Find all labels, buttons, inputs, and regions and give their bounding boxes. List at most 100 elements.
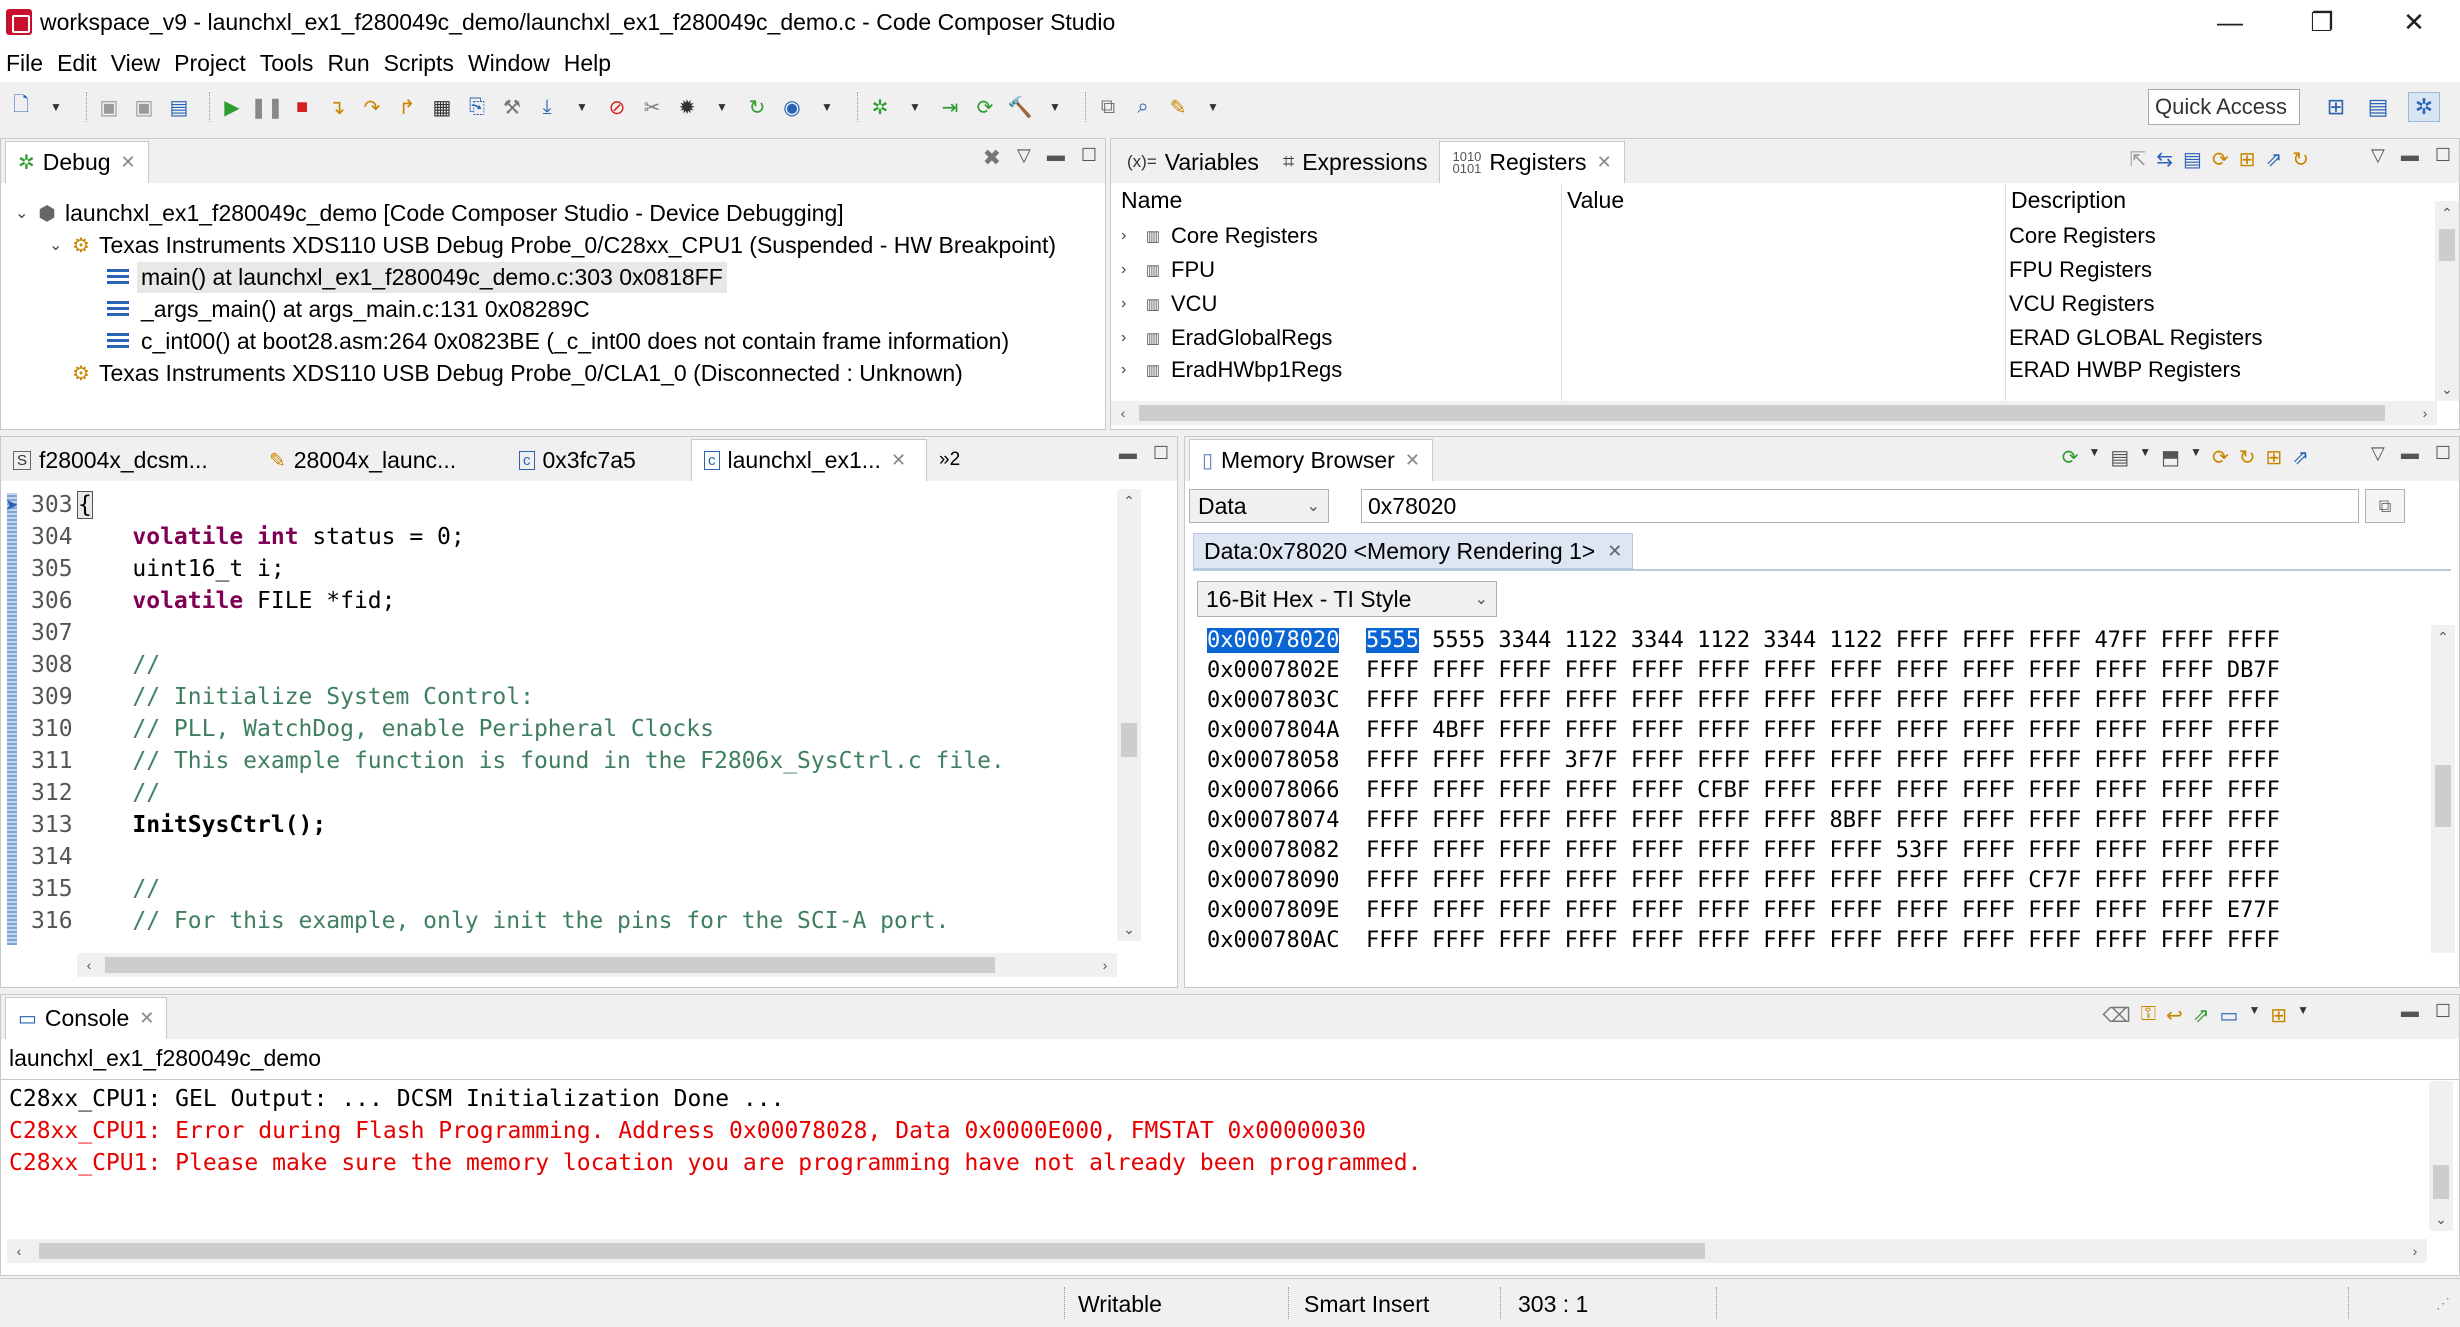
scroll-up-icon[interactable]: ⌃ (2435, 201, 2459, 225)
sync-icon[interactable]: ⟳ (2212, 445, 2229, 470)
column-header-name[interactable]: Name (1121, 187, 1182, 217)
continuous-refresh-icon[interactable]: ↻ (2292, 147, 2309, 172)
maximize-view-icon[interactable]: ☐ (2435, 1001, 2451, 1022)
editor-vertical-scrollbar[interactable]: ⌃ ⌄ (1117, 489, 1141, 941)
chevron-down-icon[interactable]: ⌄ (49, 235, 69, 255)
menu-run[interactable]: Run (327, 50, 369, 77)
pin-view-icon[interactable]: ⇗ (2292, 445, 2309, 470)
connect-target-icon[interactable]: ⎘ (464, 94, 490, 120)
tree-item-cpu1[interactable]: ⌄ ⚙ Texas Instruments XDS110 USB Debug P… (49, 229, 1056, 261)
dropdown-arrow-icon[interactable]: ▼ (814, 94, 840, 120)
tab-variables[interactable]: (x)= Variables (1115, 141, 1271, 183)
collapse-all-icon[interactable]: ⇱ (2130, 147, 2147, 172)
go-address-icon[interactable]: ⧉ (2365, 489, 2405, 523)
minimize-view-icon[interactable]: ▬ (1047, 145, 1065, 171)
scrollbar-thumb[interactable] (1139, 405, 2385, 421)
registers-grid-icon[interactable]: ▦ (429, 94, 455, 120)
close-icon[interactable]: ✕ (891, 450, 906, 471)
scroll-up-icon[interactable]: ⌃ (1117, 489, 1141, 513)
scrollbar-thumb[interactable] (39, 1243, 1705, 1259)
chevron-right-icon[interactable]: › (1121, 261, 1141, 279)
menu-help[interactable]: Help (564, 50, 611, 77)
register-row[interactable]: › ▥ VCU (1121, 287, 1217, 321)
scroll-left-icon[interactable]: ‹ (1111, 401, 1135, 425)
open-console-icon[interactable]: ⊞ (2270, 1003, 2287, 1028)
status-insert-mode[interactable]: Smart Insert (1304, 1291, 1429, 1318)
scroll-up-icon[interactable]: ⌃ (2431, 625, 2455, 649)
minimize-view-icon[interactable]: ▬ (2401, 443, 2419, 464)
scroll-right-icon[interactable]: › (2413, 401, 2437, 425)
minimize-view-icon[interactable]: ▬ (2401, 145, 2419, 166)
tab-expressions[interactable]: ⌗ Expressions (1271, 141, 1440, 183)
layout-icon[interactable]: ▤ (2183, 147, 2202, 172)
suspend-icon[interactable]: ❚❚ (250, 94, 284, 120)
close-icon[interactable]: ✕ (1405, 450, 1420, 471)
console-vertical-scrollbar[interactable]: ⌄ (2429, 1081, 2453, 1231)
chevron-right-icon[interactable]: › (1121, 329, 1141, 347)
menu-project[interactable]: Project (174, 50, 246, 77)
menu-tools[interactable]: Tools (260, 50, 314, 77)
step-into-icon[interactable]: ↴ (324, 94, 350, 120)
chevron-right-icon[interactable]: › (1121, 227, 1141, 245)
column-header-description[interactable]: Description (2011, 187, 2126, 217)
dropdown-arrow-icon[interactable]: ▼ (2139, 445, 2151, 470)
register-row[interactable]: › ▥ EradGlobalRegs (1121, 321, 1332, 355)
continuous-refresh-icon[interactable]: ↻ (2239, 445, 2256, 470)
close-icon[interactable]: ✕ (121, 152, 136, 173)
resize-grip-icon[interactable]: ⋰ (2436, 1295, 2450, 1312)
dropdown-arrow-icon[interactable]: ▼ (569, 94, 595, 120)
build-hammer-icon[interactable]: 🔨 (1007, 94, 1033, 120)
refresh-icon[interactable]: ⟳ (2212, 147, 2229, 172)
maximize-view-icon[interactable]: ☐ (2435, 443, 2451, 464)
maximize-view-icon[interactable]: ☐ (2435, 145, 2451, 166)
dropdown-arrow-icon[interactable]: ▼ (43, 94, 69, 120)
more-tabs-button[interactable]: »2 (927, 439, 972, 481)
view-menu-icon[interactable]: ▽ (2371, 145, 2385, 166)
rendering-tab[interactable]: Data:0x78020 <Memory Rendering 1> ✕ (1193, 533, 1634, 569)
refresh-memory-icon[interactable]: ⟳ (2062, 445, 2079, 470)
close-icon[interactable]: ✕ (139, 1008, 154, 1029)
tab-disassembly-0x3fc7a5[interactable]: c 0x3fc7a5 (507, 439, 691, 481)
tab-f28004x-dcsm[interactable]: S f28004x_dcsm... (1, 439, 257, 481)
close-icon[interactable]: ✕ (1607, 541, 1622, 562)
tab-console[interactable]: ▭ Console ✕ (5, 997, 168, 1039)
editor-horizontal-scrollbar[interactable]: ‹ › (77, 953, 1117, 977)
pin-icon[interactable]: ✎ (1165, 94, 1191, 120)
dropdown-arrow-icon[interactable]: ▼ (2297, 1003, 2309, 1028)
step-return-icon[interactable]: ↱ (394, 94, 420, 120)
maximize-view-icon[interactable]: ☐ (1153, 443, 1169, 464)
menu-view[interactable]: View (111, 50, 160, 77)
tree-item-frame-args-main[interactable]: _args_main() at args_main.c:131 0x08289C (107, 293, 590, 325)
scrollbar-thumb[interactable] (105, 957, 995, 973)
search-icon[interactable]: ⌕ (1130, 94, 1156, 120)
tree-item-frame-c-int00[interactable]: c_int00() at boot28.asm:264 0x0823BE (_c… (107, 325, 1009, 357)
maximize-button[interactable]: ❐ (2276, 0, 2368, 44)
open-perspective-icon[interactable]: ⊞ (2320, 92, 2352, 122)
menu-edit[interactable]: Edit (57, 50, 97, 77)
ccs-edit-perspective-icon[interactable]: ▤ (2362, 92, 2394, 122)
tree-item-project[interactable]: ⌄ ⬢ launchxl_ex1_f280049c_demo [Code Com… (15, 197, 844, 229)
breakpoint-skip-icon[interactable]: ⊘ (604, 94, 630, 120)
new-view-icon[interactable]: ⊞ (2265, 445, 2282, 470)
close-button[interactable]: ✕ (2368, 0, 2460, 44)
clear-console-icon[interactable]: ⌫ (2103, 1003, 2131, 1028)
pin-console-icon[interactable]: ⇗ (2193, 1003, 2210, 1028)
console-horizontal-scrollbar[interactable]: ‹ › (7, 1239, 2427, 1263)
word-wrap-icon[interactable]: ↩ (2166, 1003, 2183, 1028)
bug-build-icon[interactable]: ✹ (674, 94, 700, 120)
menu-window[interactable]: Window (468, 50, 550, 77)
chevron-right-icon[interactable]: › (1121, 361, 1141, 379)
view-menu-icon[interactable]: ▽ (1017, 145, 1031, 171)
open-type-icon[interactable]: ⧉ (1095, 94, 1121, 120)
chevron-down-icon[interactable]: ⌄ (15, 203, 35, 223)
scroll-lock-icon[interactable]: ⚿ (2141, 1003, 2156, 1028)
register-row[interactable]: › ▥ FPU (1121, 253, 1215, 287)
tab-debug[interactable]: ✲ Debug ✕ (5, 141, 149, 183)
memory-page-select[interactable]: Data ⌄ (1189, 489, 1329, 523)
pin-view-icon[interactable]: ⇗ (2265, 147, 2282, 172)
remove-all-terminated-icon[interactable]: ✖ (983, 145, 1001, 171)
memory-address-input[interactable]: 0x78020 (1361, 489, 2359, 523)
save-all-icon[interactable]: ▣ (131, 94, 157, 120)
flash-tools-icon[interactable]: ⚒ (499, 94, 525, 120)
scroll-left-icon[interactable]: ‹ (77, 953, 101, 977)
